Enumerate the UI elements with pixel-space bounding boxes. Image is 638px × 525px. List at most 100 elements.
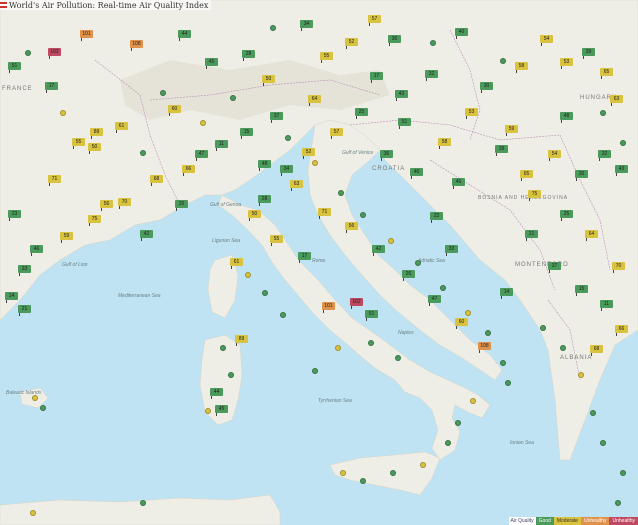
aqi-station-marker[interactable]: 37 [548, 262, 561, 273]
aqi-station-dot[interactable] [395, 355, 401, 361]
aqi-station-dot[interactable] [620, 470, 626, 476]
aqi-station-marker[interactable]: 58 [515, 62, 528, 73]
aqi-station-marker[interactable]: 54 [540, 35, 553, 46]
aqi-station-marker[interactable]: 50 [262, 75, 275, 86]
aqi-station-marker[interactable]: 50 [88, 143, 101, 154]
aqi-station-marker[interactable]: 14 [5, 292, 18, 303]
aqi-station-marker[interactable]: 39 [582, 48, 595, 59]
aqi-station-marker[interactable]: 75 [88, 215, 101, 226]
aqi-station-dot[interactable] [615, 500, 621, 506]
aqi-station-dot[interactable] [620, 140, 626, 146]
aqi-station-dot[interactable] [600, 440, 606, 446]
aqi-station-dot[interactable] [245, 272, 251, 278]
aqi-station-marker[interactable]: 51 [398, 118, 411, 129]
aqi-station-dot[interactable] [205, 408, 211, 414]
aqi-station-marker[interactable]: 34 [280, 165, 293, 176]
aqi-station-marker[interactable]: 63 [290, 180, 303, 191]
aqi-station-marker[interactable]: 46 [30, 245, 43, 256]
aqi-station-marker[interactable]: 108 [130, 40, 143, 51]
aqi-station-marker[interactable]: 23 [430, 212, 443, 223]
aqi-station-marker[interactable]: 15 [240, 128, 253, 139]
aqi-station-marker[interactable]: 21 [525, 230, 538, 241]
aqi-station-marker[interactable]: 33 [18, 265, 31, 276]
aqi-station-marker[interactable]: 66 [615, 325, 628, 336]
aqi-station-marker[interactable]: 43 [615, 165, 628, 176]
aqi-station-marker[interactable]: 61 [115, 122, 128, 133]
aqi-station-marker[interactable]: 46 [452, 178, 465, 189]
aqi-station-dot[interactable] [560, 345, 566, 351]
aqi-station-marker[interactable]: 56 [345, 222, 358, 233]
aqi-station-dot[interactable] [220, 345, 226, 351]
aqi-station-marker[interactable]: 28 [258, 195, 271, 206]
aqi-station-marker[interactable]: 11 [215, 140, 228, 151]
aqi-station-marker[interactable]: 48 [258, 160, 271, 171]
aqi-station-dot[interactable] [360, 212, 366, 218]
aqi-station-marker[interactable]: 42 [372, 245, 385, 256]
aqi-station-marker[interactable]: 30 [575, 170, 588, 181]
aqi-station-marker[interactable]: 60 [455, 318, 468, 329]
aqi-station-dot[interactable] [465, 310, 471, 316]
aqi-station-marker[interactable]: 55 [270, 235, 283, 246]
aqi-station-marker[interactable]: 39 [495, 145, 508, 156]
aqi-station-marker[interactable]: 33 [445, 245, 458, 256]
aqi-station-dot[interactable] [485, 330, 491, 336]
aqi-station-marker[interactable]: 17 [370, 72, 383, 83]
aqi-station-marker[interactable]: 65 [600, 68, 613, 79]
aqi-station-dot[interactable] [335, 345, 341, 351]
aqi-station-marker[interactable]: 17 [298, 252, 311, 263]
aqi-station-marker[interactable]: 26 [402, 270, 415, 281]
aqi-station-marker[interactable]: 17 [45, 82, 58, 93]
aqi-station-marker[interactable]: 15 [575, 285, 588, 296]
aqi-station-marker[interactable]: 47 [428, 295, 441, 306]
aqi-station-marker[interactable]: 71 [318, 208, 331, 219]
aqi-station-marker[interactable]: 25 [355, 108, 368, 119]
aqi-station-marker[interactable]: 37 [270, 112, 283, 123]
aqi-station-dot[interactable] [25, 50, 31, 56]
aqi-station-marker[interactable]: 66 [182, 165, 195, 176]
aqi-station-marker[interactable]: 64 [585, 230, 598, 241]
aqi-station-dot[interactable] [140, 150, 146, 156]
aqi-station-marker[interactable]: 55 [72, 138, 85, 149]
aqi-station-marker[interactable]: 61 [230, 258, 243, 269]
aqi-station-dot[interactable] [440, 285, 446, 291]
aqi-station-marker[interactable]: 64 [308, 95, 321, 106]
aqi-station-marker[interactable]: 48 [560, 112, 573, 123]
aqi-station-marker[interactable]: 89 [90, 128, 103, 139]
aqi-station-marker[interactable]: 65 [520, 170, 533, 181]
aqi-station-marker[interactable]: 14 [500, 288, 513, 299]
aqi-station-marker[interactable]: 101 [322, 302, 335, 313]
aqi-station-dot[interactable] [360, 478, 366, 484]
aqi-station-marker[interactable]: 52 [302, 148, 315, 159]
aqi-station-dot[interactable] [338, 190, 344, 196]
aqi-station-dot[interactable] [262, 290, 268, 296]
aqi-station-marker[interactable]: 32 [425, 70, 438, 81]
aqi-station-dot[interactable] [430, 40, 436, 46]
aqi-station-marker[interactable]: 26 [175, 200, 188, 211]
aqi-station-marker[interactable]: 53 [560, 58, 573, 69]
aqi-station-marker[interactable]: 50 [248, 210, 261, 221]
aqi-station-dot[interactable] [590, 410, 596, 416]
aqi-station-marker[interactable]: 45 [215, 405, 228, 416]
aqi-station-marker[interactable]: 43 [395, 90, 408, 101]
aqi-station-marker[interactable]: 70 [612, 262, 625, 273]
aqi-station-dot[interactable] [160, 90, 166, 96]
aqi-station-marker[interactable]: 70 [118, 198, 131, 209]
aqi-station-marker[interactable]: 51 [365, 310, 378, 321]
aqi-station-marker[interactable]: 59 [60, 232, 73, 243]
aqi-station-dot[interactable] [500, 58, 506, 64]
aqi-station-marker[interactable]: 89 [235, 335, 248, 346]
aqi-station-marker[interactable]: 28 [242, 50, 255, 61]
aqi-station-dot[interactable] [388, 238, 394, 244]
aqi-station-dot[interactable] [455, 420, 461, 426]
aqi-station-marker[interactable]: 162 [48, 48, 61, 59]
aqi-station-dot[interactable] [340, 470, 346, 476]
aqi-station-marker[interactable]: 34 [300, 20, 313, 31]
aqi-station-marker[interactable]: 30 [480, 82, 493, 93]
aqi-station-dot[interactable] [30, 510, 36, 516]
aqi-station-dot[interactable] [230, 95, 236, 101]
aqi-station-marker[interactable]: 56 [100, 200, 113, 211]
aqi-station-marker[interactable]: 42 [140, 230, 153, 241]
aqi-station-dot[interactable] [280, 312, 286, 318]
aqi-station-dot[interactable] [228, 372, 234, 378]
aqi-station-dot[interactable] [540, 325, 546, 331]
